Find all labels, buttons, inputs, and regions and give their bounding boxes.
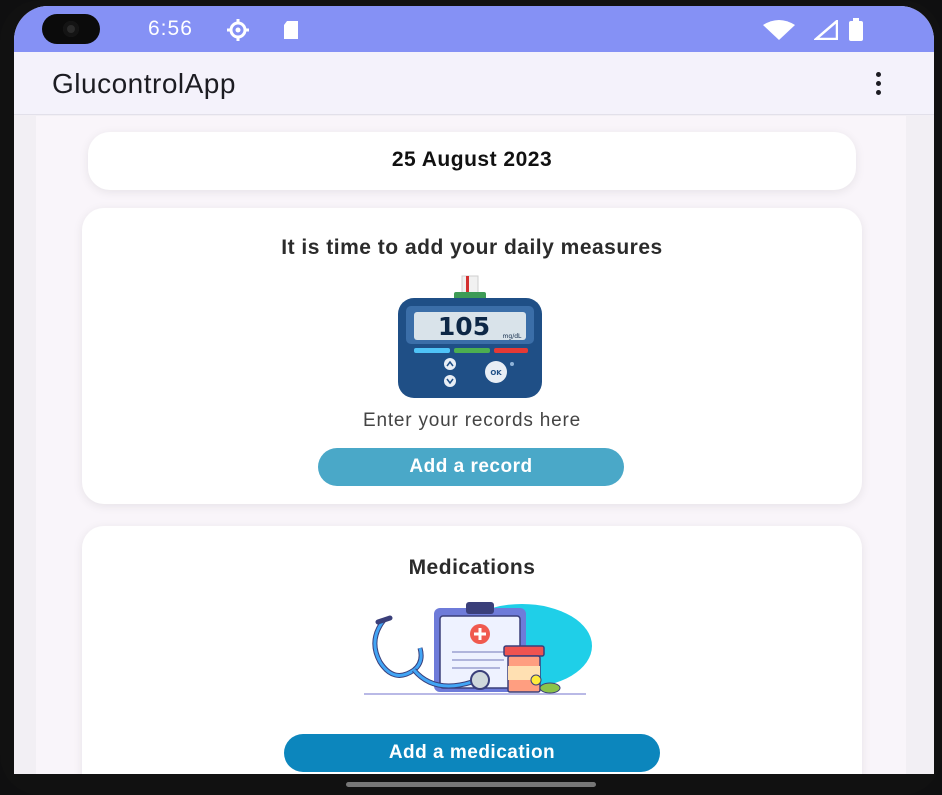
meter-unit: mg/dL [503,333,522,340]
gesture-nav-bar[interactable] [346,782,596,787]
add-record-button[interactable]: Add a record [318,448,624,486]
battery-icon [849,18,863,41]
medical-illustration [364,602,592,695]
medications-title: Medications [408,556,536,579]
meter-ok-label: OK [490,369,502,377]
more-vert-icon[interactable] [866,66,890,100]
glucometer-illustration: 105 mg/dL OK [398,275,542,398]
add-medication-button[interactable]: Add a medication [284,734,660,772]
current-date: 25 August 2023 [391,148,553,171]
phone-frame: 6:56 GlucontrolApp 25 August 2023 It is … [0,0,942,795]
meter-reading: 105 [438,312,490,341]
signal-icon [814,20,838,40]
app-bar: GlucontrolApp [14,52,934,115]
sd-card-icon [284,21,298,39]
app-title: GlucontrolApp [52,68,236,99]
measures-title: It is time to add your daily measures [281,236,663,259]
screen: 6:56 GlucontrolApp 25 August 2023 It is … [14,6,934,774]
daily-measures-card: It is time to add your daily measures 10… [82,208,862,504]
camera-cutout [42,14,100,44]
gear-icon [227,19,249,41]
main-content: 25 August 2023 It is time to add your da… [36,116,906,774]
status-time: 6:56 [148,17,193,40]
status-bar: 6:56 [14,6,934,52]
wifi-icon [763,20,795,40]
records-subtitle: Enter your records here [363,410,581,431]
medications-card: Medications Add a medication [82,526,862,774]
date-card: 25 August 2023 [88,132,856,190]
